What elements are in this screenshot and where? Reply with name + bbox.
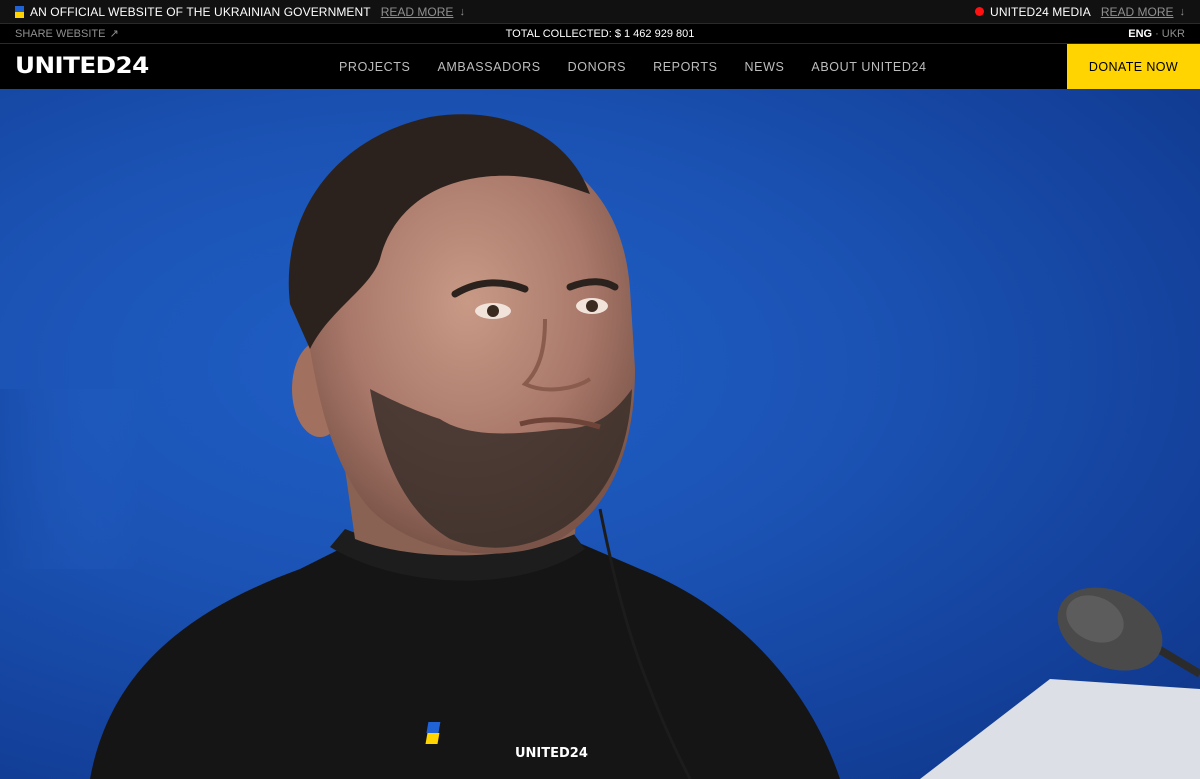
lang-separator: · xyxy=(1155,27,1159,40)
nav-item-donors[interactable]: DONORS xyxy=(568,60,626,74)
arrow-down-icon: ↓ xyxy=(459,5,465,18)
language-switcher: ENG · UKR xyxy=(1128,28,1185,40)
right-pupil xyxy=(586,300,598,312)
donate-now-button[interactable]: DONATE NOW xyxy=(1067,44,1200,89)
microphone-icon xyxy=(1057,587,1200,678)
official-banner-left: AN OFFICIAL WEBSITE OF THE UKRAINIAN GOV… xyxy=(15,5,465,19)
sweater-logo-text: UNITED24 xyxy=(515,746,588,761)
read-more-link[interactable]: READ MORE xyxy=(381,5,454,19)
total-collected-text: TOTAL COLLECTED: $ 1 462 929 801 xyxy=(505,27,695,40)
nav-menu: PROJECTS AMBASSADORS DONORS REPORTS NEWS… xyxy=(339,44,927,89)
background-glow xyxy=(0,389,140,569)
media-read-more-link[interactable]: READ MORE xyxy=(1101,5,1174,19)
share-website-button[interactable]: SHARE WEBSITE ↗ xyxy=(15,27,119,41)
ukraine-flag-icon xyxy=(15,5,24,18)
media-banner-right: UNITED24 MEDIA READ MORE ↓ xyxy=(975,5,1185,19)
nav-item-reports[interactable]: REPORTS xyxy=(653,60,717,74)
podium xyxy=(920,679,1200,779)
info-bar: SHARE WEBSITE ↗ TOTAL COLLECTED: $ 1 462… xyxy=(0,24,1200,44)
main-navigation: UNITED24 PROJECTS AMBASSADORS DONORS REP… xyxy=(0,44,1200,89)
nav-item-about[interactable]: ABOUT UNITED24 xyxy=(811,60,926,74)
official-website-text: AN OFFICIAL WEBSITE OF THE UKRAINIAN GOV… xyxy=(30,4,371,19)
lang-ukr[interactable]: UKR xyxy=(1162,28,1185,40)
nav-item-ambassadors[interactable]: AMBASSADORS xyxy=(437,60,540,74)
hero-image: UNITED24 xyxy=(0,89,1200,779)
lang-eng[interactable]: ENG xyxy=(1128,28,1152,40)
nav-item-projects[interactable]: PROJECTS xyxy=(339,60,410,74)
total-collected: TOTAL COLLECTED: $ 1 462 929 801 xyxy=(0,28,1200,40)
united24-logo[interactable]: UNITED24 xyxy=(15,54,149,79)
nav-item-news[interactable]: NEWS xyxy=(745,60,785,74)
united24-media-link[interactable]: UNITED24 MEDIA xyxy=(990,5,1091,19)
arrow-up-right-icon: ↗ xyxy=(109,28,119,40)
hero-portrait-illustration: UNITED24 xyxy=(0,114,1200,779)
official-banner: AN OFFICIAL WEBSITE OF THE UKRAINIAN GOV… xyxy=(0,0,1200,24)
left-pupil xyxy=(487,305,499,317)
live-dot-icon xyxy=(975,7,985,16)
share-website-label: SHARE WEBSITE xyxy=(15,27,106,40)
arrow-down-icon: ↓ xyxy=(1179,5,1186,18)
